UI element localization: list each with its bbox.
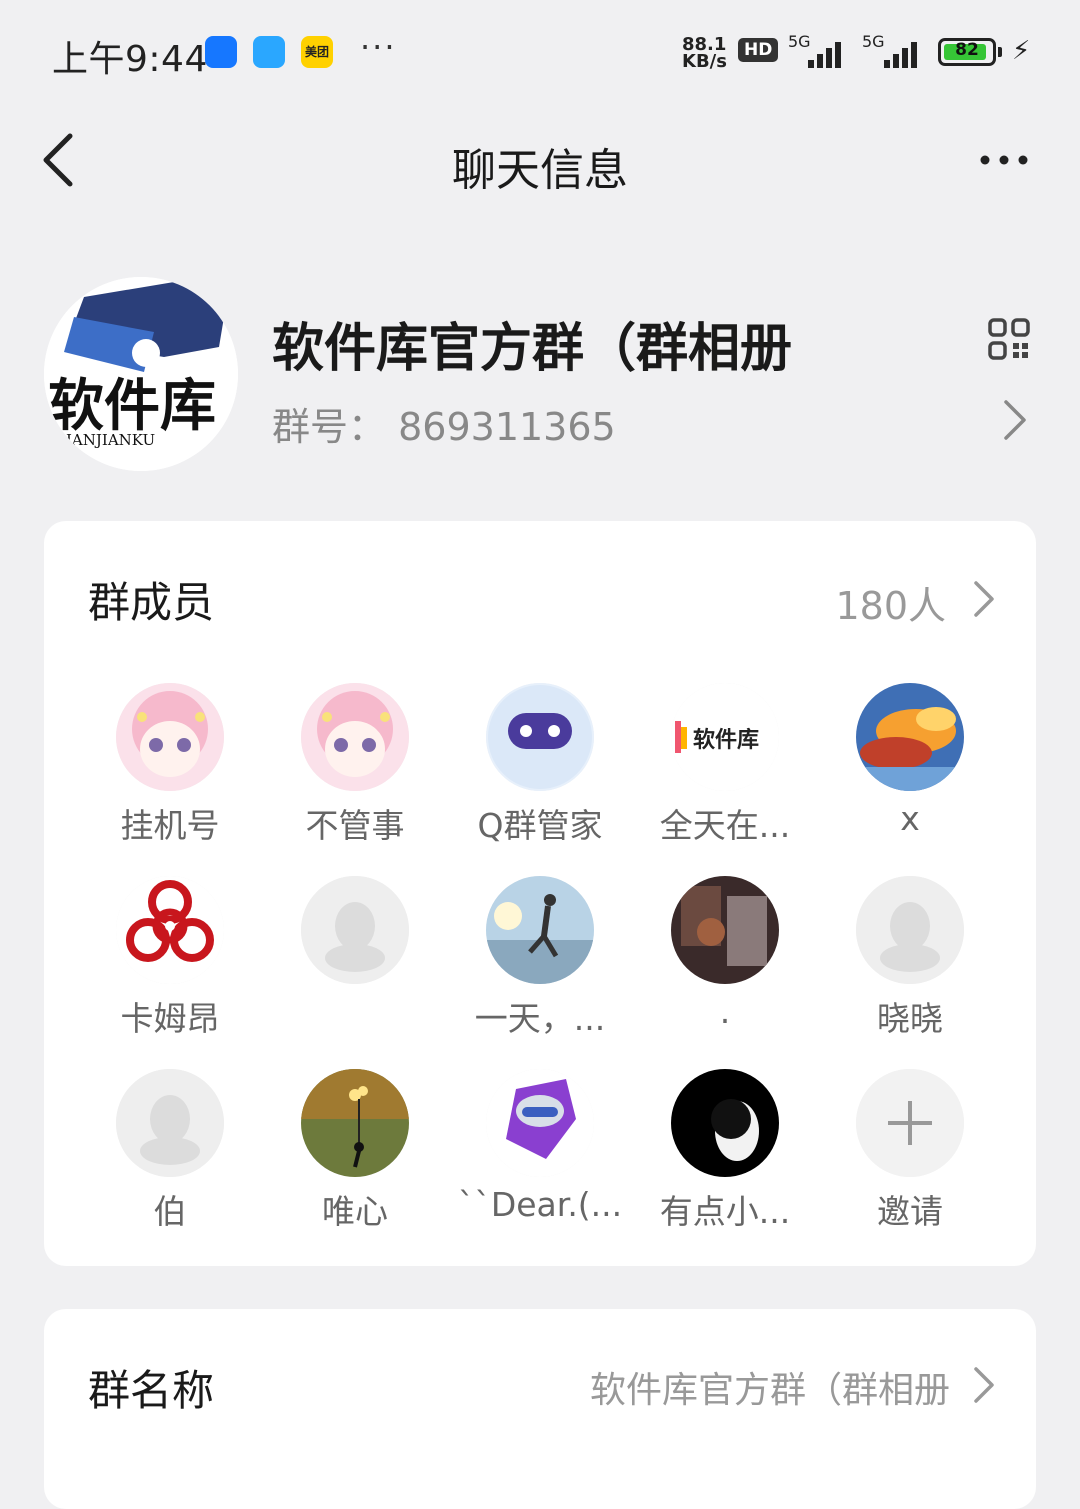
member-name: 晓晓 [877,999,943,1038]
network-speed: 88.1 KB/s [682,34,727,72]
member-name: 伯 [153,1192,187,1231]
more-notifications-icon: ··· [360,28,397,66]
group-avatar-logo-text: 软件库 [48,373,216,439]
member-name: x [900,799,920,838]
svg-text:IANJIANKU: IANJIANKU [66,431,155,449]
member-item[interactable] [265,876,445,992]
biohazard-avatar [116,876,224,984]
member-name: 唯心 [322,1192,388,1231]
photo-avatar [671,876,779,984]
member-item[interactable]: . [635,876,815,1031]
member-item[interactable]: x [820,683,1000,838]
group-avatar[interactable]: 软件库 IANJIANKU [44,277,238,471]
svg-text:软件库: 软件库 [693,727,759,753]
member-item[interactable]: 有点小... [635,1069,815,1233]
meituan-notification-icon: 美团 [301,36,333,68]
member-name: 有点小... [659,1192,791,1231]
group-members-card: 群成员 180人 挂机号 不管事 Q群管家 软件库 全天在... x 卡姆昂 一天，.... 晓… [44,521,1036,1266]
network-type-label: 5G [862,32,885,51]
ruanjianku-logo-avatar: 软件库 [671,683,779,791]
group-id-label: 群号： [272,405,387,449]
group-name-value: 软件库官方群（群相册 [589,1370,950,1411]
dark-hood-avatar [671,1069,779,1177]
member-item[interactable]: 伯 [80,1069,260,1233]
group-name-section-title: 群名称 [88,1366,215,1415]
status-bar: 上午9:44 美团 ··· 88.1 KB/s HD 5G 5G 82 ⚡ [0,0,1080,105]
member-item[interactable]: 挂机号 [80,683,260,847]
group-name: 软件库官方群（群相册 [272,319,793,379]
qr-code-icon[interactable] [988,318,1030,360]
group-id: 群号： 869311365 [272,396,616,451]
cartoon-avatar [486,1069,594,1177]
signal-strength-icon [808,40,848,68]
hd-voice-icon: HD [738,38,779,62]
battery-icon: 82 [938,38,996,66]
member-name: Q群管家 [477,806,603,845]
chevron-right-icon[interactable] [998,398,1028,442]
robot-avatar [486,683,594,791]
member-item[interactable]: 一天，... [450,876,630,1040]
member-item[interactable]: 卡姆昂 [80,876,260,1040]
sky-clouds-avatar [856,683,964,791]
member-item[interactable]: ``Dear.(... [450,1069,630,1224]
status-time: 上午9:44 [52,39,208,80]
member-item[interactable]: 唯心 [265,1069,445,1233]
default-penguin-avatar [116,1069,224,1177]
member-name: . [719,992,731,1031]
anime-girl-avatar [116,683,224,791]
balloon-avatar [301,1069,409,1177]
battery-level: 82 [955,40,979,60]
member-name: 全天在... [659,806,791,845]
default-penguin-avatar [856,876,964,984]
member-item[interactable]: 不管事 [265,683,445,847]
jumping-person-avatar [486,876,594,984]
member-name: ``Dear.(... [457,1185,623,1224]
default-penguin-avatar [301,876,409,984]
invite-button[interactable]: 邀请 [820,1069,1000,1233]
group-id-value: 869311365 [398,405,616,449]
signal-strength-icon [884,40,924,68]
members-section-title: 群成员 [88,578,215,627]
app-notification-icon [205,36,237,68]
member-item[interactable]: 软件库全天在... [635,683,815,847]
anime-girl-avatar [301,683,409,791]
group-name-card[interactable]: 群名称 软件库官方群（群相册 [44,1309,1036,1509]
chevron-right-icon[interactable] [970,1365,996,1405]
page-title: 聊天信息 [452,145,628,196]
app-notification-icon [253,36,285,68]
member-name: 不管事 [305,806,405,845]
member-item[interactable]: 晓晓 [820,876,1000,1040]
chevron-right-icon[interactable] [970,579,996,619]
member-name: 挂机号 [120,806,220,845]
plus-icon [856,1069,964,1177]
member-count[interactable]: 180人 [835,575,946,630]
charging-icon: ⚡ [1012,36,1031,66]
more-options-icon[interactable] [976,140,1036,180]
member-name: 卡姆昂 [120,999,220,1038]
member-item[interactable]: Q群管家 [450,683,630,847]
invite-label: 邀请 [877,1192,943,1231]
member-name: 一天，... [474,999,606,1038]
